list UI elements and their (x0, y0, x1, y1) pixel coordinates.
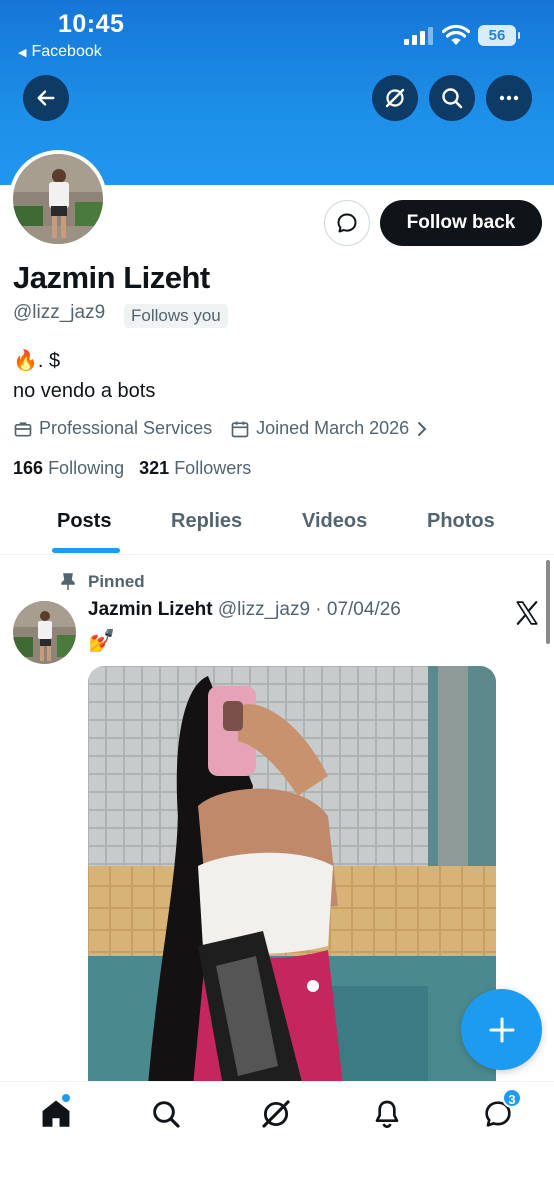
post-author-name[interactable]: Jazmin Lizeht (88, 599, 213, 620)
active-tab-indicator (52, 548, 120, 553)
follow-back-button[interactable]: Follow back (380, 200, 542, 246)
profile-meta: Professional Services Joined March 2026 (13, 418, 447, 439)
followers-count: 321 (139, 458, 170, 478)
status-bar: 10:45 ◀ Facebook 56 (0, 0, 554, 70)
post-meta: @lizz_jaz9 · 07/04/26 (217, 599, 401, 620)
home-unread-dot (62, 1094, 70, 1102)
bio-line-2: no vendo a bots (13, 380, 156, 402)
pinned-indicator: Pinned (60, 572, 145, 592)
follow-counts: 166 Following 321 Followers (13, 458, 251, 479)
pin-icon (61, 573, 75, 590)
nav-grok[interactable] (258, 1096, 294, 1132)
category-label: Professional Services (39, 418, 213, 438)
back-button[interactable] (23, 75, 69, 121)
search-icon (153, 1101, 180, 1128)
calendar-icon (231, 421, 249, 437)
more-options-button[interactable] (486, 75, 532, 121)
profile-avatar[interactable] (9, 150, 107, 248)
status-time: 10:45 (58, 10, 125, 38)
home-icon (42, 1100, 70, 1127)
post-author-avatar[interactable] (13, 601, 76, 664)
message-button[interactable] (324, 200, 370, 246)
joined-item[interactable]: Joined March 2026 (230, 418, 429, 439)
arrow-left-icon (37, 90, 55, 106)
x-logo-icon (516, 601, 538, 625)
plus-icon (489, 1017, 514, 1042)
back-to-app-link[interactable]: ◀ Facebook (18, 43, 102, 61)
pinned-label: Pinned (88, 572, 145, 591)
following-link[interactable]: 166 Following (13, 458, 124, 478)
chat-bubble-icon (337, 213, 357, 233)
nav-search[interactable] (148, 1096, 184, 1132)
tab-videos[interactable]: Videos (302, 510, 367, 533)
nav-home[interactable] (38, 1094, 74, 1132)
grok-button[interactable] (372, 75, 418, 121)
followers-link[interactable]: 321 Followers (139, 458, 251, 478)
back-app-label: Facebook (31, 43, 102, 60)
back-triangle-icon: ◀ (18, 46, 27, 59)
tab-posts[interactable]: Posts (57, 510, 111, 533)
notifications-icon (375, 1100, 399, 1129)
compose-post-button[interactable] (461, 989, 542, 1070)
search-icon (442, 88, 463, 109)
nav-notifications[interactable] (369, 1096, 405, 1132)
bio-line-1: 🔥. $ (13, 350, 61, 372)
battery-indicator: 56 (478, 25, 520, 46)
chevron-right-icon (418, 421, 427, 436)
nav-messages[interactable]: 3 (480, 1088, 522, 1132)
profile-name: Jazmin Lizeht (13, 260, 210, 295)
briefcase-icon (14, 421, 32, 436)
messages-badge: 3 (502, 1088, 522, 1108)
cellular-signal-icon (404, 27, 433, 45)
grok-icon (385, 88, 405, 108)
tab-photos[interactable]: Photos (427, 510, 495, 533)
profile-tabs: Posts Replies Videos Photos (0, 498, 554, 555)
grok-icon (262, 1100, 290, 1128)
avatar-photo (13, 154, 103, 244)
profile-handle: @lizz_jaz9 (13, 302, 106, 323)
wifi-icon (442, 24, 470, 45)
followers-label: Followers (174, 458, 252, 478)
following-label: Following (48, 458, 125, 478)
post-image[interactable] (88, 666, 496, 1086)
category-item[interactable]: Professional Services (13, 418, 212, 439)
more-dots-icon (499, 95, 519, 101)
joined-label: Joined March 2026 (256, 418, 410, 438)
post-header: Jazmin Lizeht @lizz_jaz9 · 07/04/26 (88, 599, 401, 621)
bottom-navigation: 3 (0, 1081, 554, 1199)
scrollbar[interactable] (546, 560, 550, 644)
search-button[interactable] (429, 75, 475, 121)
post-text: 💅 (88, 628, 116, 653)
tab-replies[interactable]: Replies (171, 510, 242, 533)
follows-you-badge: Follows you (124, 304, 228, 328)
following-count: 166 (13, 458, 44, 478)
